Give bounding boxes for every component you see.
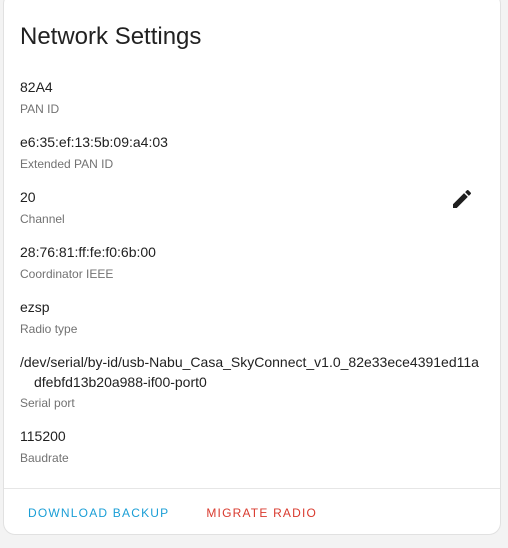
setting-label: Radio type <box>20 322 78 336</box>
setting-label: PAN ID <box>20 102 60 116</box>
edit-channel-button[interactable] <box>450 187 474 211</box>
download-backup-button[interactable]: DOWNLOAD BACKUP <box>20 503 177 523</box>
setting-value: 82A4 <box>20 79 53 95</box>
setting-label: Serial port <box>20 396 75 410</box>
pencil-icon <box>453 189 472 208</box>
setting-label: Baudrate <box>20 451 69 465</box>
setting-pan-id: 82A4 PAN ID <box>20 77 486 132</box>
migrate-radio-button[interactable]: MIGRATE RADIO <box>198 503 325 523</box>
setting-value: e6:35:ef:13:5b:09:a4:03 <box>20 134 168 150</box>
setting-radio-type: ezsp Radio type <box>20 297 486 352</box>
setting-label: Extended PAN ID <box>20 157 114 171</box>
setting-serial-port: /dev/serial/by-id/usb-Nabu_Casa_SkyConne… <box>20 352 486 426</box>
network-settings-card: Network Settings 82A4 PAN ID e6:35:ef:13… <box>3 0 501 535</box>
setting-value: ezsp <box>20 299 50 315</box>
setting-coordinator-ieee: 28:76:81:ff:fe:f0:6b:00 Coordinator IEEE <box>20 242 486 297</box>
setting-value: 28:76:81:ff:fe:f0:6b:00 <box>20 244 156 260</box>
setting-value: 115200 <box>20 428 66 444</box>
setting-label: Channel <box>20 212 65 226</box>
setting-baudrate: 115200 Baudrate <box>20 426 486 481</box>
settings-list: 82A4 PAN ID e6:35:ef:13:5b:09:a4:03 Exte… <box>20 77 486 481</box>
setting-value: /dev/serial/by-id/usb-Nabu_Casa_SkyConne… <box>20 354 479 390</box>
setting-extended-pan-id: e6:35:ef:13:5b:09:a4:03 Extended PAN ID <box>20 132 486 187</box>
setting-value: 20 <box>20 189 36 205</box>
actions-divider <box>4 488 500 489</box>
setting-label: Coordinator IEEE <box>20 267 114 281</box>
card-title: Network Settings <box>20 23 202 50</box>
setting-channel: 20 Channel <box>20 187 486 242</box>
card-actions: DOWNLOAD BACKUP MIGRATE RADIO <box>20 503 325 523</box>
